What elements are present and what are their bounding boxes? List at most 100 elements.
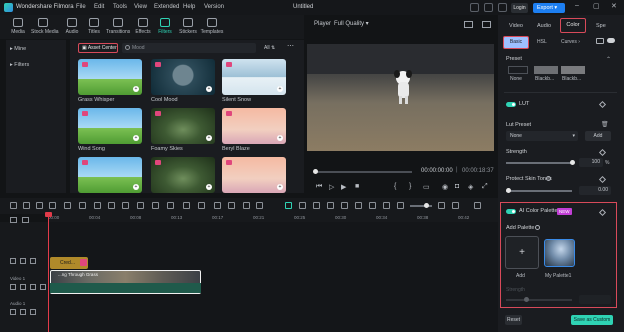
info-icon[interactable]	[535, 225, 540, 230]
tool-titles[interactable]: Titles	[82, 18, 106, 38]
record-icon[interactable]: ◉	[442, 183, 448, 191]
layout-icon[interactable]	[10, 202, 17, 209]
save-as-custom-button[interactable]: Save as Custom	[571, 315, 613, 325]
tool-audio[interactable]: Audio	[60, 18, 84, 38]
crop-icon[interactable]	[94, 202, 101, 209]
tool-media[interactable]: Media	[6, 18, 30, 38]
add-filter-icon[interactable]: +	[133, 135, 139, 141]
lock-icon[interactable]	[20, 309, 26, 315]
delete-clip-icon[interactable]	[64, 202, 71, 209]
eye-icon[interactable]	[30, 284, 36, 290]
stop-icon[interactable]: ■	[355, 183, 359, 190]
link-icon[interactable]	[22, 217, 29, 223]
protect-skin-slider-handle[interactable]	[506, 188, 511, 193]
delete-icon[interactable]: 🗑	[601, 121, 609, 128]
zoom-out-icon[interactable]	[397, 202, 404, 209]
strength-slider-handle[interactable]	[570, 160, 575, 165]
grid-icon[interactable]	[452, 202, 459, 209]
tool-effects[interactable]: Effects	[131, 18, 155, 38]
display-settings-icon[interactable]	[482, 21, 491, 28]
lut-toggle[interactable]	[506, 102, 516, 107]
mix-icon[interactable]	[341, 202, 348, 209]
shield-icon[interactable]	[299, 202, 306, 209]
redo-icon[interactable]	[49, 202, 56, 209]
add-lut-button[interactable]: Add	[585, 131, 611, 141]
nav-filters[interactable]: ▸ Filters	[10, 62, 29, 68]
stabilize-icon[interactable]	[183, 202, 190, 209]
view-toggle-icon[interactable]	[607, 38, 615, 43]
ai-icon[interactable]	[369, 202, 376, 209]
mark-in-icon[interactable]: {	[394, 183, 396, 190]
render-icon[interactable]	[243, 202, 250, 209]
tool-filters[interactable]: Filters	[153, 18, 177, 38]
speed-icon[interactable]	[108, 202, 115, 209]
tool-transitions[interactable]: Transitions	[106, 18, 130, 38]
eye-icon[interactable]	[30, 258, 36, 264]
expand-icon[interactable]: ⤢	[482, 183, 488, 191]
lock-icon[interactable]	[20, 284, 26, 290]
image-icon[interactable]	[383, 202, 390, 209]
lut-preset-select[interactable]: None ▾	[506, 131, 578, 141]
color-icon[interactable]	[152, 202, 159, 209]
menu-help[interactable]: Help	[183, 4, 195, 10]
palette-strength-slider[interactable]	[506, 299, 572, 301]
volume-icon[interactable]: ◈	[468, 183, 473, 191]
detach-icon[interactable]	[228, 202, 235, 209]
add-filter-icon[interactable]: +	[206, 86, 212, 92]
ai-palette-toggle[interactable]	[506, 209, 516, 214]
favorite-icon[interactable]	[155, 160, 161, 165]
keyframe-panel-icon[interactable]	[198, 202, 205, 209]
subtab-curves[interactable]: Curves ›	[561, 39, 580, 45]
play-icon[interactable]: ▷	[329, 183, 334, 191]
menu-tools[interactable]: Tools	[113, 4, 127, 10]
menu-view[interactable]: View	[134, 4, 147, 10]
nav-mine[interactable]: ▸ Mine	[10, 46, 26, 52]
compare-icon[interactable]	[596, 38, 604, 44]
zoom-slider-handle[interactable]	[424, 203, 429, 208]
asset-center-button[interactable]: ▣ Asset Center	[78, 43, 118, 53]
favorite-icon[interactable]	[226, 160, 232, 165]
snap-icon[interactable]	[285, 202, 292, 209]
reset-button[interactable]: Reset	[505, 315, 522, 325]
add-filter-icon[interactable]: +	[133, 184, 139, 190]
effects-track-icon[interactable]	[355, 202, 362, 209]
scrubber-handle[interactable]	[313, 169, 318, 174]
menu-extended[interactable]: Extended	[154, 4, 179, 10]
protect-skin-value[interactable]: 0.00	[579, 186, 611, 195]
palette-strength-value[interactable]	[579, 295, 611, 304]
add-palette-button[interactable]: +	[505, 236, 539, 269]
add-filter-icon[interactable]: +	[206, 184, 212, 190]
info-icon[interactable]	[546, 176, 551, 181]
timeline-ruler[interactable]	[48, 214, 498, 222]
camera-icon[interactable]: ◘	[455, 183, 459, 190]
favorite-icon[interactable]	[226, 111, 232, 116]
favorite-icon[interactable]	[82, 62, 88, 67]
maximize-icon[interactable]: ▢	[593, 2, 600, 10]
tab-color[interactable]: Color	[560, 18, 586, 33]
subtab-hsl[interactable]: HSL	[537, 39, 547, 45]
preset-thumb[interactable]	[561, 66, 585, 74]
cloud-icon[interactable]	[484, 3, 493, 12]
menu-edit[interactable]: Edit	[94, 4, 104, 10]
settings-icon[interactable]	[498, 3, 507, 12]
fullscreen-icon[interactable]: ▭	[423, 183, 430, 191]
quality-select[interactable]: Full Quality ▾	[334, 20, 369, 27]
playhead[interactable]	[48, 214, 49, 332]
export-button[interactable]: Export ▾	[533, 3, 565, 13]
snapshot-icon[interactable]	[464, 21, 473, 28]
minimize-icon[interactable]: –	[575, 2, 579, 9]
zoom-in-icon[interactable]	[438, 202, 445, 209]
favorite-icon[interactable]	[82, 111, 88, 116]
tool-templates[interactable]: Templates	[200, 18, 224, 38]
favorite-icon[interactable]	[82, 160, 88, 165]
add-filter-icon[interactable]: +	[133, 86, 139, 92]
playhead-handle[interactable]	[45, 212, 52, 217]
add-track-icon[interactable]	[10, 217, 17, 223]
palette-thumbnail[interactable]	[544, 239, 575, 267]
mic-icon[interactable]	[313, 202, 320, 209]
palette-strength-handle[interactable]	[524, 297, 529, 302]
undo-icon[interactable]	[36, 202, 43, 209]
track-icon[interactable]	[327, 202, 334, 209]
login-button[interactable]: Login	[511, 3, 528, 13]
menu-file[interactable]: File	[76, 4, 86, 10]
